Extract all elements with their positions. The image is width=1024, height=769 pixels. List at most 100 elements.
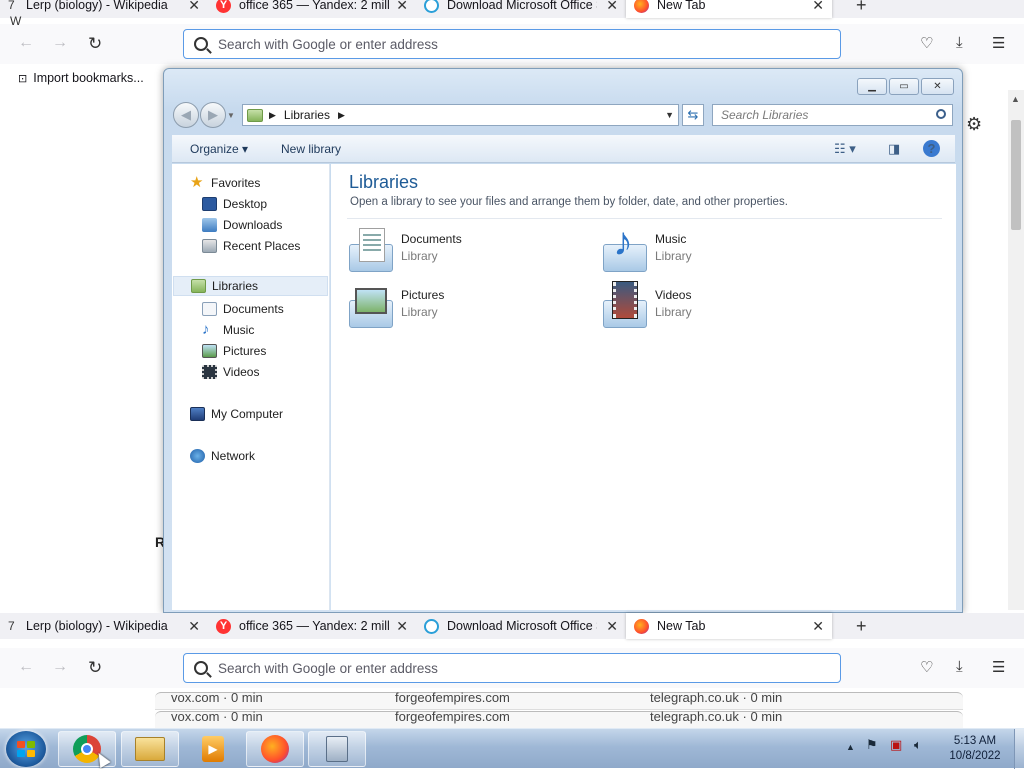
scroll-up-icon[interactable]: ▲ [1011, 94, 1020, 104]
tab-wikipedia[interactable]: 7 Lerp (biology) - Wikipedia ✕ [0, 613, 208, 639]
tab-new-tab[interactable]: New Tab ✕ [626, 613, 832, 639]
taskbar-firefox[interactable] [246, 731, 304, 767]
top-site-label[interactable]: telegraph.co.uk · 0 min [650, 690, 782, 705]
taskbar-file-explorer[interactable] [121, 731, 179, 767]
library-videos[interactable]: Videos Library [601, 281, 692, 330]
tab-microsoft-office[interactable]: Download Microsoft Office 3 ✕ [416, 0, 626, 18]
url-bar[interactable]: Search with Google or enter address [183, 653, 841, 683]
close-tab-icon[interactable]: ✕ [396, 0, 408, 14]
preview-pane-icon[interactable]: ◨ [888, 141, 900, 157]
action-center-flag-icon[interactable]: ⚑ [866, 737, 878, 753]
pocket-icon[interactable]: ♡ [920, 658, 933, 676]
organize-button[interactable]: Organize ▾ [190, 142, 248, 156]
forward-arrow-icon[interactable]: → [52, 658, 68, 676]
wikipedia-icon: 7 [8, 618, 15, 633]
power-icon [424, 618, 439, 634]
breadcrumb-chevron-icon[interactable]: ▶ [269, 110, 276, 121]
nav-libraries[interactable]: Libraries [173, 276, 328, 296]
nav-network[interactable]: Network [190, 449, 255, 463]
tab-yandex[interactable]: Y office 365 — Yandex: 2 millio ✕ [208, 613, 416, 639]
tab-new-tab[interactable]: New Tab ✕ [626, 0, 832, 18]
search-placeholder: Search Libraries [721, 108, 809, 122]
nav-favorites[interactable]: ★ Favorites [190, 175, 261, 190]
close-tab-icon[interactable]: ✕ [396, 618, 408, 635]
import-bookmarks-link[interactable]: Import bookmarks... [33, 71, 143, 85]
nav-documents[interactable]: Documents [202, 302, 284, 316]
reload-icon[interactable]: ↻ [88, 34, 102, 54]
minimize-button[interactable]: ▁ [857, 78, 887, 95]
tab-microsoft-office[interactable]: Download Microsoft Office 3 ✕ [416, 613, 626, 639]
library-name: Music [655, 232, 687, 246]
tab-title: Lerp (biology) - Wikipedia [26, 619, 168, 633]
new-library-button[interactable]: New library [281, 142, 341, 156]
close-tab-icon[interactable]: ✕ [606, 618, 618, 635]
help-icon[interactable]: ? [923, 140, 940, 157]
library-documents[interactable]: Documents Library [347, 226, 462, 274]
show-hidden-icons-arrow[interactable]: ▲ [846, 742, 855, 752]
menu-icon[interactable]: ☰ [992, 34, 1005, 52]
address-bar[interactable]: ▶ Libraries ▶ ▼ [242, 104, 679, 126]
nav-label: Recent Places [223, 239, 301, 253]
close-tab-icon[interactable]: ✕ [188, 618, 200, 635]
breadcrumb-chevron-icon[interactable]: ▶ [338, 110, 345, 121]
settings-gear-icon[interactable]: ⚙ [966, 114, 982, 135]
nav-pictures[interactable]: Pictures [202, 344, 266, 358]
volume-icon[interactable]: 🔈︎ [914, 737, 922, 753]
start-button[interactable] [6, 731, 46, 767]
forward-button[interactable]: ▶ [200, 102, 226, 128]
downloads-icon[interactable]: ⤓ [956, 658, 963, 675]
tab-wikipedia[interactable]: 7 Lerp (biology) - Wikipedia ✕ [0, 0, 208, 18]
view-options-icon[interactable]: ☷ ▾ [834, 141, 856, 157]
url-placeholder: Search with Google or enter address [218, 36, 438, 52]
nav-downloads[interactable]: Downloads [202, 218, 282, 232]
system-clock[interactable]: 5:13 AM 10/8/2022 [940, 734, 1010, 764]
close-tab-icon[interactable]: ✕ [606, 0, 618, 14]
close-tab-icon[interactable]: ✕ [188, 0, 200, 14]
back-arrow-icon[interactable]: ← [18, 34, 34, 52]
top-site-label[interactable]: vox.com · 0 min [171, 709, 263, 724]
back-arrow-icon[interactable]: ← [18, 658, 34, 676]
library-pictures[interactable]: Pictures Library [347, 282, 444, 330]
nav-desktop[interactable]: Desktop [202, 197, 267, 211]
taskbar-media-player[interactable]: ▶ [184, 731, 242, 767]
taskbar-calculator[interactable] [308, 731, 366, 767]
library-music[interactable]: ♪ Music Library [601, 222, 692, 274]
new-tab-plus-icon[interactable]: + [856, 616, 867, 637]
nav-music[interactable]: ♪ Music [202, 322, 254, 337]
top-site-label[interactable]: vox.com · 0 min [171, 690, 263, 705]
nav-label: Favorites [211, 176, 261, 190]
back-button[interactable]: ◀ [173, 102, 199, 128]
close-tab-icon[interactable]: ✕ [812, 0, 824, 14]
top-site-label[interactable]: telegraph.co.uk · 0 min [650, 709, 782, 724]
menu-icon[interactable]: ☰ [992, 658, 1005, 676]
tab-yandex[interactable]: Y office 365 — Yandex: 2 millio ✕ [208, 0, 416, 18]
search-libraries-input[interactable]: Search Libraries [712, 104, 953, 126]
tab-title: New Tab [657, 619, 706, 633]
address-dropdown-icon[interactable]: ▼ [665, 110, 674, 120]
top-site-label[interactable]: forgeofempires.com [395, 709, 510, 724]
tab-title: New Tab [657, 0, 706, 12]
nav-videos[interactable]: Videos [202, 365, 259, 379]
scrollbar-thumb[interactable] [1011, 120, 1021, 230]
breadcrumb-libraries[interactable]: Libraries [284, 108, 330, 122]
refresh-button[interactable]: ⇆ [682, 104, 704, 126]
close-button[interactable]: ✕ [921, 78, 954, 95]
reload-icon[interactable]: ↻ [88, 658, 102, 678]
library-name: Videos [655, 288, 692, 302]
show-desktop-button[interactable] [1014, 729, 1024, 769]
recent-pages-dropdown-icon[interactable]: ▼ [227, 111, 235, 128]
forward-arrow-icon[interactable]: → [52, 34, 68, 52]
search-icon[interactable] [936, 109, 946, 119]
maximize-button[interactable]: ▭ [889, 78, 919, 95]
nav-my-computer[interactable]: My Computer [190, 407, 283, 421]
pocket-icon[interactable]: ♡ [920, 34, 933, 52]
top-site-label[interactable]: forgeofempires.com [395, 690, 510, 705]
downloads-icon[interactable]: ⤓ [956, 34, 963, 51]
url-bar[interactable]: Search with Google or enter address [183, 29, 841, 59]
new-tab-plus-icon[interactable]: + [856, 0, 867, 16]
network-disconnected-icon[interactable]: ▣ [890, 737, 902, 753]
browser-scrollbar[interactable]: ▲ [1008, 90, 1024, 610]
close-tab-icon[interactable]: ✕ [812, 618, 824, 635]
nav-recent-places[interactable]: Recent Places [202, 239, 300, 253]
libraries-folder-icon [191, 279, 206, 293]
